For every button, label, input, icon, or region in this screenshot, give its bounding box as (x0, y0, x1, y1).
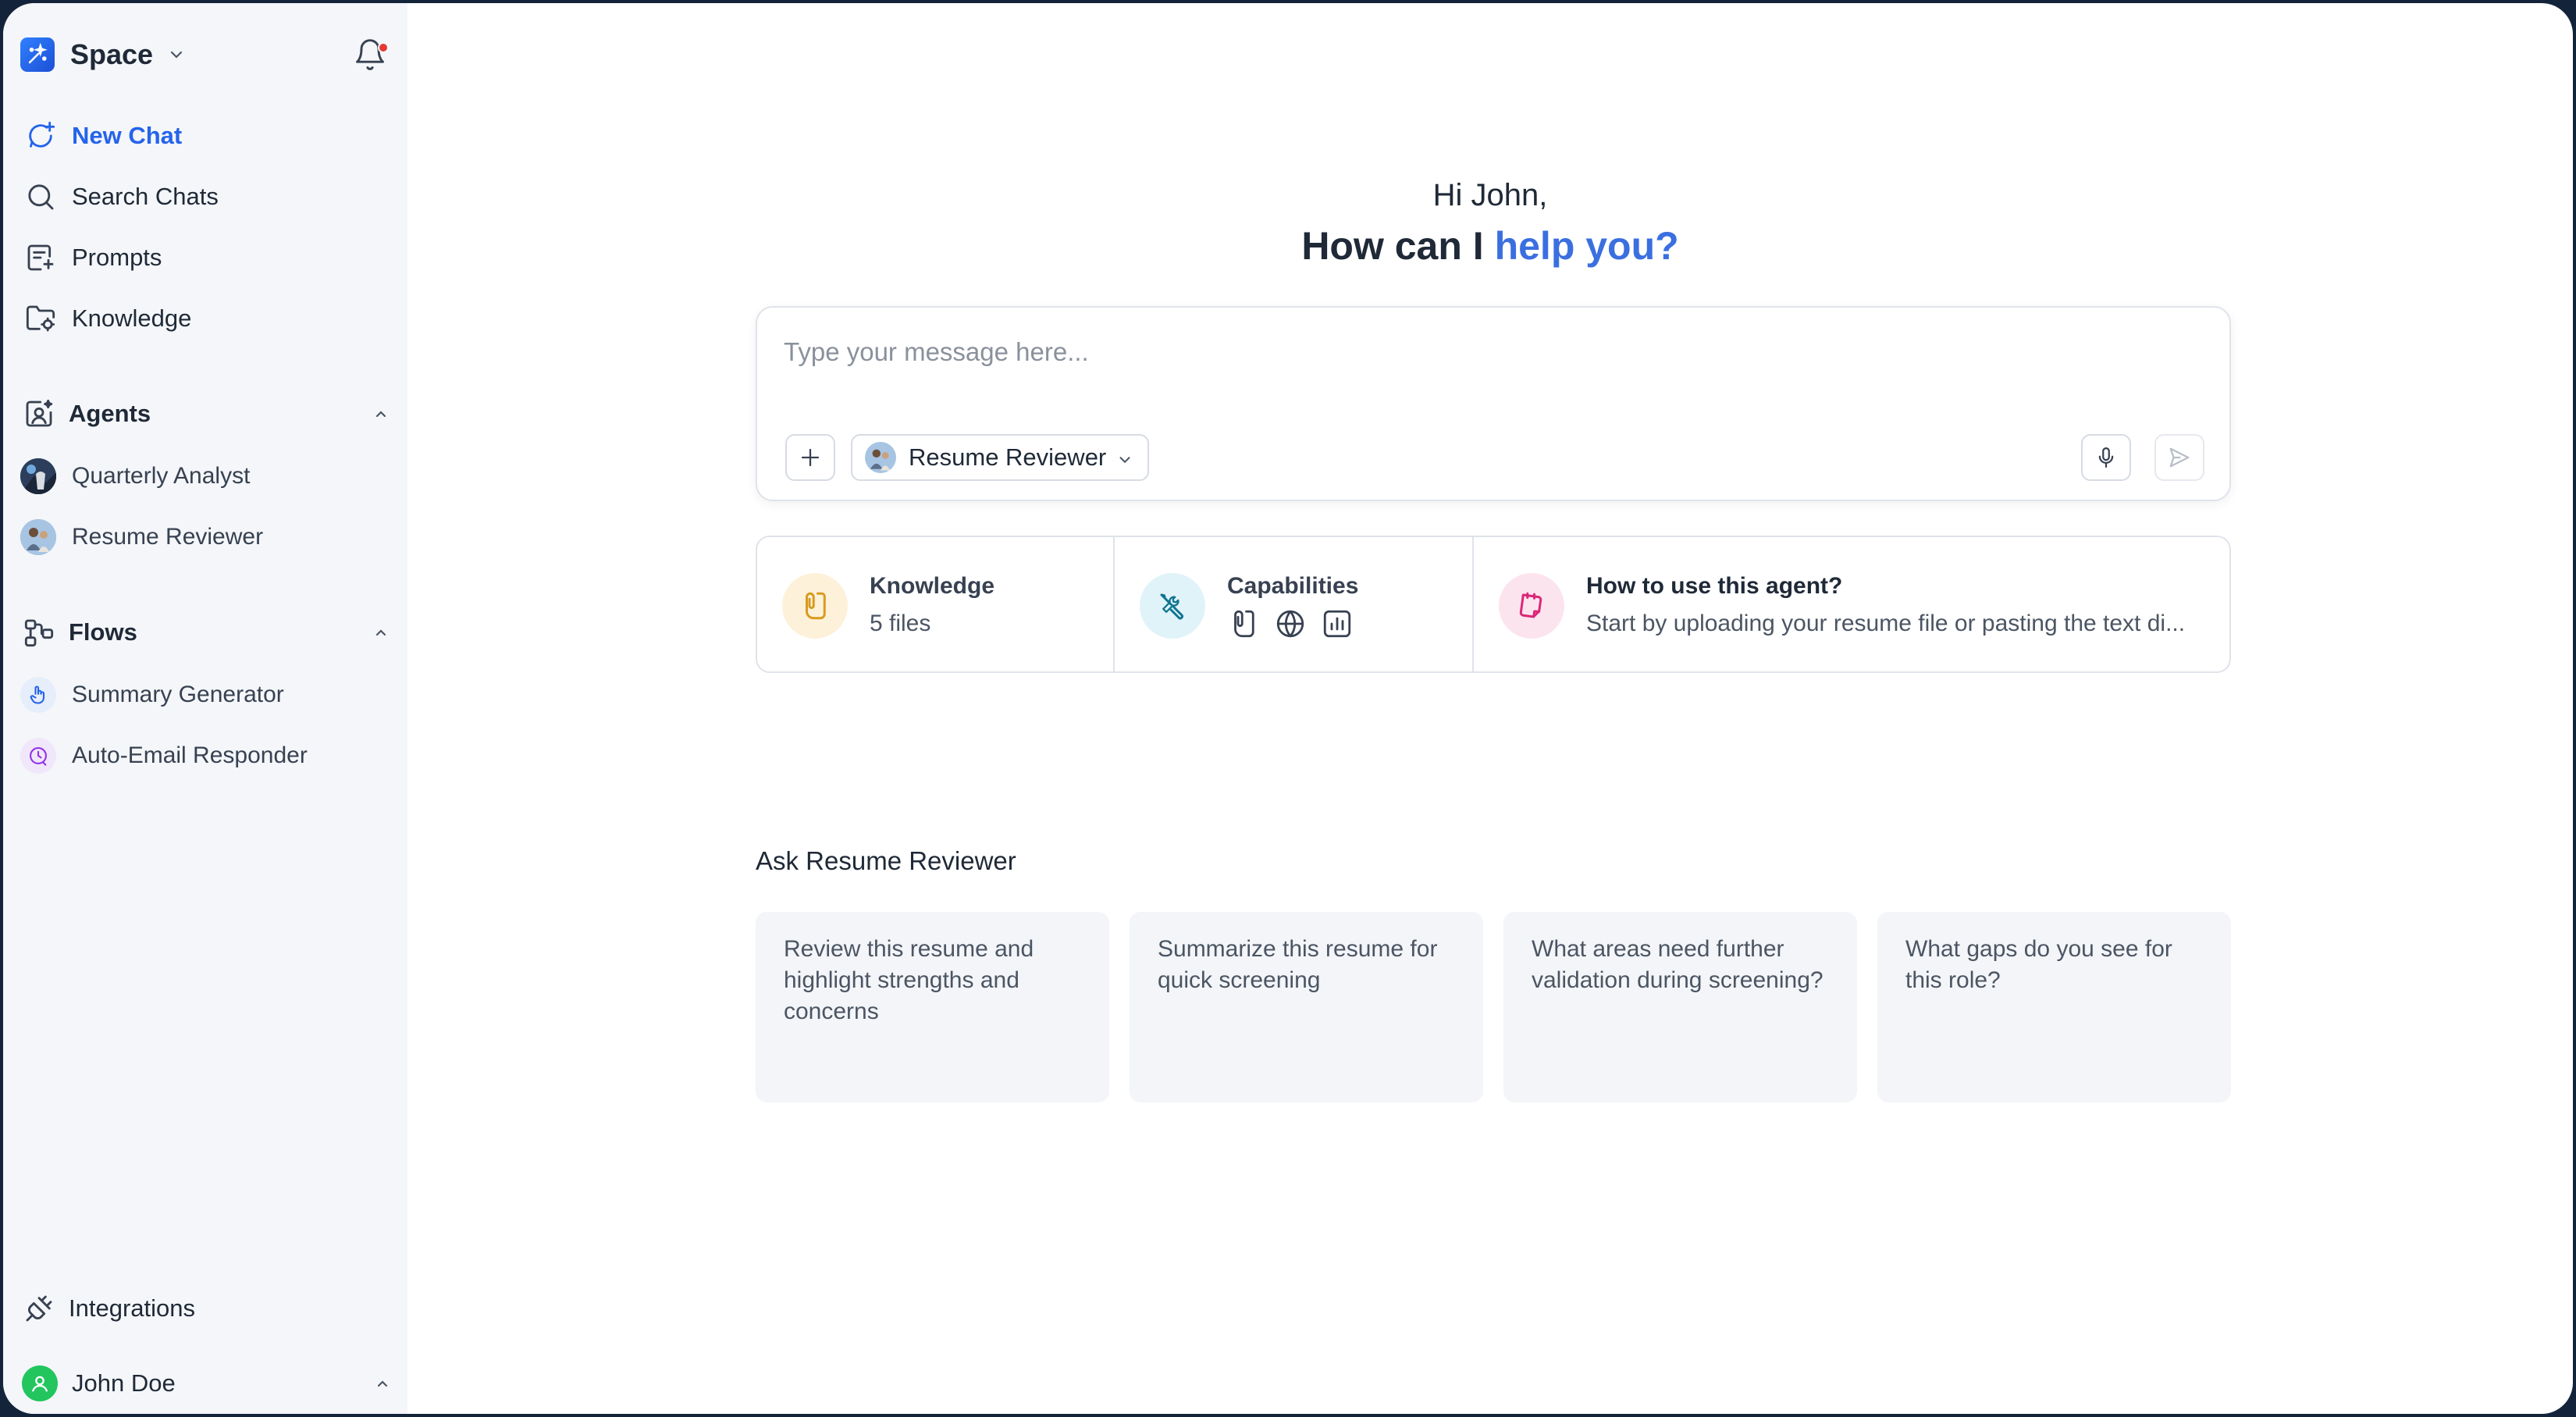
capabilities-card[interactable]: Capabilities (1113, 537, 1472, 671)
clock-icon (20, 738, 56, 774)
sticky-note-icon (1499, 573, 1564, 639)
notification-dot (378, 42, 389, 53)
suggestion-card[interactable]: What gaps do you see for this role? (1877, 912, 2231, 1102)
greeting-accent: help you? (1494, 224, 1679, 268)
new-chat-icon (23, 119, 58, 153)
microphone-button[interactable] (2081, 434, 2131, 481)
agents-section-header[interactable]: Agents (23, 392, 390, 436)
suggestion-card[interactable]: What areas need further validation durin… (1503, 912, 1857, 1102)
nav-search-chats[interactable]: Search Chats (23, 175, 219, 219)
agent-user-icon (23, 398, 55, 429)
agent-label: Resume Reviewer (72, 524, 264, 550)
app-window: Space New Chat Search Chats Prompts Know… (3, 3, 2573, 1414)
tools-icon (1140, 573, 1205, 639)
sparkle-logo-icon (20, 37, 55, 72)
integrations-link[interactable]: Integrations (23, 1287, 195, 1330)
nav-prompts[interactable]: Prompts (23, 236, 162, 279)
flow-label: Auto-Email Responder (72, 742, 308, 768)
how-to-use-text: Start by uploading your resume file or p… (1586, 611, 2186, 636)
agent-info-panel: Knowledge 5 files Capabilities How to us… (756, 536, 2231, 673)
agent-avatar (20, 458, 56, 494)
prompts-icon (23, 240, 58, 275)
knowledge-file-icon (782, 573, 848, 639)
chart-icon (1323, 610, 1351, 638)
search-icon (23, 180, 58, 214)
microphone-icon (2098, 447, 2114, 468)
plus-icon (801, 448, 820, 467)
section-title: Flows (69, 618, 137, 646)
flow-label: Summary Generator (72, 682, 284, 707)
chevron-down-icon (167, 45, 186, 64)
bell-icon[interactable] (353, 37, 390, 75)
section-title: Agents (69, 400, 151, 427)
greeting-prefix: How can I (1301, 224, 1495, 268)
chevron-up-icon[interactable] (372, 404, 390, 423)
greeting-line-1: Hi John, (1432, 178, 1548, 212)
nav-label: Search Chats (72, 183, 219, 210)
knowledge-count: 5 files (870, 611, 931, 636)
avatar (22, 1365, 58, 1401)
message-input[interactable] (784, 337, 2111, 367)
workspace-switcher[interactable]: Space (20, 34, 186, 75)
chevron-up-icon[interactable] (372, 623, 390, 642)
suggestion-card[interactable]: Review this resume and highlight strengt… (756, 912, 1109, 1102)
agent-avatar (865, 442, 896, 473)
nav-label: Prompts (72, 244, 162, 271)
capabilities-title: Capabilities (1227, 573, 1359, 599)
flows-section-header[interactable]: Flows (23, 611, 390, 654)
user-menu[interactable]: John Doe (22, 1362, 392, 1405)
knowledge-title: Knowledge (870, 573, 995, 599)
plug-icon (23, 1293, 55, 1324)
send-icon (2169, 447, 2190, 468)
send-button[interactable] (2154, 434, 2204, 481)
workspace-name: Space (70, 38, 154, 70)
message-composer: Resume Reviewer (756, 306, 2231, 501)
file-icon (1234, 610, 1254, 638)
pointer-hand-icon (20, 677, 56, 713)
flow-item-summary-generator[interactable]: Summary Generator (20, 673, 284, 717)
agent-item-quarterly-analyst[interactable]: Quarterly Analyst (20, 454, 250, 498)
nav-knowledge[interactable]: Knowledge (23, 297, 191, 340)
sidebar: Space New Chat Search Chats Prompts Know… (3, 3, 407, 1414)
chevron-down-icon (1116, 451, 1133, 472)
globe-icon (1276, 610, 1304, 638)
flow-item-auto-email-responder[interactable]: Auto-Email Responder (20, 734, 308, 778)
how-to-use-title: How to use this agent? (1586, 573, 1843, 599)
nav-label: Knowledge (72, 304, 192, 332)
suggestion-list: Review this resume and highlight strengt… (756, 912, 2231, 1102)
how-to-use-card[interactable]: How to use this agent? Start by uploadin… (1472, 537, 2229, 671)
flow-icon (23, 617, 55, 648)
nav-new-chat[interactable]: New Chat (23, 114, 182, 158)
knowledge-card[interactable]: Knowledge 5 files (757, 537, 1113, 671)
agent-item-resume-reviewer[interactable]: Resume Reviewer (20, 515, 263, 559)
suggestions-title: Ask Resume Reviewer (756, 846, 1016, 875)
selected-agent-label: Resume Reviewer (909, 443, 1107, 471)
agent-selector[interactable]: Resume Reviewer (851, 434, 1149, 481)
attach-button[interactable] (785, 434, 835, 481)
knowledge-folder-icon (23, 301, 58, 336)
agent-label: Quarterly Analyst (72, 463, 251, 489)
suggestion-card[interactable]: Summarize this resume for quick screenin… (1130, 912, 1483, 1102)
capability-icons (1227, 607, 1354, 640)
greeting-line-2: How can I help you? (407, 223, 2573, 269)
chevron-up-icon (373, 1374, 392, 1393)
nav-label: New Chat (72, 122, 183, 149)
agent-avatar (20, 519, 56, 555)
integrations-label: Integrations (69, 1294, 195, 1322)
user-name: John Doe (72, 1369, 176, 1397)
